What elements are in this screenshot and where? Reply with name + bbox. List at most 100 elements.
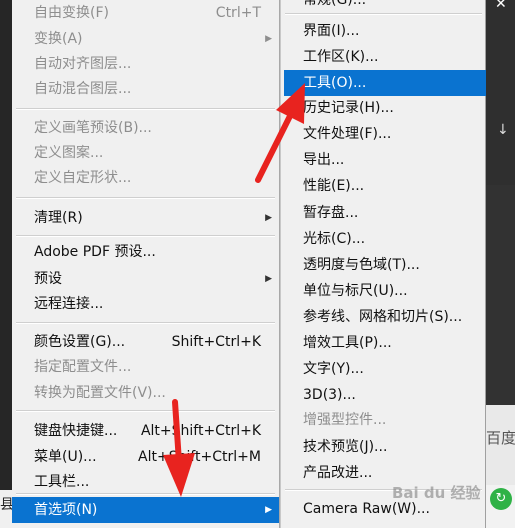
menu-item-label: 定义自定形状... xyxy=(34,170,132,186)
submenu-item-export[interactable]: 导出... xyxy=(281,148,485,172)
menu-item-preferences[interactable]: 首选项(N) ▶ xyxy=(12,497,279,523)
menu-item-label: 暂存盘... xyxy=(303,205,359,221)
submenu-item-interface[interactable]: 界面(I)... xyxy=(281,19,485,43)
menu-item-label: 增效工具(P)... xyxy=(303,335,392,351)
watermark: Bai du 经验 xyxy=(392,484,481,502)
menu-item-label: 定义图案... xyxy=(34,145,104,161)
submenu-item-transparency-gamut[interactable]: 透明度与色域(T)... xyxy=(281,253,485,277)
background-app-right: ✕ ↓ 百度 ↻ xyxy=(486,0,515,528)
menu-separator xyxy=(16,493,275,495)
menu-item-transform[interactable]: 变换(A) ▶ xyxy=(12,27,279,52)
menu-item-label: 技术预览(J)... xyxy=(303,439,388,455)
submenu-item-workspace[interactable]: 工作区(K)... xyxy=(281,45,485,69)
menu-item-label: 光标(C)... xyxy=(303,231,366,247)
submenu-item-cursors[interactable]: 光标(C)... xyxy=(281,227,485,251)
menu-item-label: 键盘快捷键... xyxy=(34,423,118,439)
menu-item-shortcut: Shift+Ctrl+K xyxy=(171,334,261,350)
menu-item-label: 3D(3)... xyxy=(303,387,356,403)
menu-item-label: 透明度与色域(T)... xyxy=(303,257,420,273)
menu-item-define-custom-shape[interactable]: 定义自定形状... xyxy=(12,166,279,191)
menu-item-label: 颜色设置(G)... xyxy=(34,334,126,350)
menu-item-label: 自由变换(F) xyxy=(34,5,109,21)
menu-item-label: 参考线、网格和切片(S)... xyxy=(303,309,463,325)
background-edge-text: 百度 xyxy=(486,429,515,447)
menu-item-keyboard-shortcuts[interactable]: 键盘快捷键... Alt+Shift+Ctrl+K xyxy=(12,419,279,444)
menu-separator xyxy=(16,197,275,199)
submenu-arrow-icon: ▶ xyxy=(265,505,272,515)
background-panel xyxy=(486,185,515,405)
submenu-arrow-icon: ▶ xyxy=(265,213,272,223)
submenu-item-performance[interactable]: 性能(E)... xyxy=(281,174,485,198)
edit-menu: 自由变换(F) Ctrl+T 变换(A) ▶ 自动对齐图层... 自动混合图层.… xyxy=(12,0,280,528)
menu-item-label: 导出... xyxy=(303,152,345,168)
menu-separator xyxy=(16,235,275,237)
menu-item-label: 历史记录(H)... xyxy=(303,100,394,116)
submenu-item-general[interactable]: 常规(G)... xyxy=(281,0,485,12)
preferences-submenu: 常规(G)... 界面(I)... 工作区(K)... 工具(O)... 历史记… xyxy=(280,0,486,528)
submenu-item-guides-grid-slices[interactable]: 参考线、网格和切片(S)... xyxy=(281,305,485,329)
submenu-item-type[interactable]: 文字(Y)... xyxy=(281,357,485,381)
submenu-item-scratch-disks[interactable]: 暂存盘... xyxy=(281,201,485,225)
menu-item-adobe-pdf-presets[interactable]: Adobe PDF 预设... xyxy=(12,240,279,265)
submenu-item-file-handling[interactable]: 文件处理(F)... xyxy=(281,122,485,146)
background-panel xyxy=(486,0,515,185)
submenu-item-technology-previews[interactable]: 技术预览(J)... xyxy=(281,435,485,459)
menu-item-presets[interactable]: 预设 ▶ xyxy=(12,267,279,292)
menu-item-label: Adobe PDF 预设... xyxy=(34,244,156,260)
menu-item-purge[interactable]: 清理(R) ▶ xyxy=(12,206,279,231)
menu-item-label: 工具栏... xyxy=(34,474,90,490)
menu-item-label: 工作区(K)... xyxy=(303,49,379,65)
menu-item-label: 远程连接... xyxy=(34,296,104,312)
menu-item-convert-to-profile[interactable]: 转换为配置文件(V)... xyxy=(12,381,279,406)
menu-item-label: 预设 xyxy=(34,271,62,287)
submenu-item-plugins[interactable]: 增效工具(P)... xyxy=(281,331,485,355)
menu-item-label: 转换为配置文件(V)... xyxy=(34,385,166,401)
menu-item-auto-blend-layers[interactable]: 自动混合图层... xyxy=(12,77,279,102)
menu-item-shortcut: Alt+Shift+Ctrl+K xyxy=(140,423,261,439)
menu-separator xyxy=(285,13,482,15)
menu-item-define-brush-preset[interactable]: 定义画笔预设(B)... xyxy=(12,116,279,141)
submenu-item-tools[interactable]: 工具(O)... xyxy=(284,70,486,96)
refresh-icon[interactable]: ↻ xyxy=(490,488,512,510)
menu-item-auto-align-layers[interactable]: 自动对齐图层... xyxy=(12,52,279,77)
close-icon[interactable]: ✕ xyxy=(495,0,507,12)
submenu-item-units-rulers[interactable]: 单位与标尺(U)... xyxy=(281,279,485,303)
menu-item-remote-connections[interactable]: 远程连接... xyxy=(12,292,279,317)
menu-item-label: 界面(I)... xyxy=(303,23,360,39)
submenu-item-enhanced-controls[interactable]: 增强型控件... xyxy=(281,408,485,432)
menu-item-label: 定义画笔预设(B)... xyxy=(34,120,152,136)
menu-item-shortcut: Ctrl+T xyxy=(215,5,261,21)
menu-item-label: 清理(R) xyxy=(34,210,83,226)
menu-item-label: 自动对齐图层... xyxy=(34,56,132,72)
arrow-down-icon[interactable]: ↓ xyxy=(497,122,509,138)
menu-item-label: 增强型控件... xyxy=(303,412,387,428)
menu-item-assign-profile[interactable]: 指定配置文件... xyxy=(12,355,279,380)
menu-separator xyxy=(16,108,275,110)
submenu-arrow-icon: ▶ xyxy=(265,274,272,284)
menu-item-menus[interactable]: 菜单(U)... Alt+Shift+Ctrl+M xyxy=(12,445,279,470)
menu-separator xyxy=(16,410,275,412)
menu-item-color-settings[interactable]: 颜色设置(G)... Shift+Ctrl+K xyxy=(12,330,279,355)
submenu-item-history-log[interactable]: 历史记录(H)... xyxy=(281,96,485,120)
submenu-item-3d[interactable]: 3D(3)... xyxy=(281,383,485,407)
menu-item-toolbar[interactable]: 工具栏... xyxy=(12,470,279,495)
menu-item-label: 文件处理(F)... xyxy=(303,126,392,142)
menu-item-label: 首选项(N) xyxy=(34,502,98,518)
photoshop-edit-menu-screen: ✕ ↓ 百度 ↻ 县 自由变换(F) Ctrl+T 变换(A) ▶ 自动对齐图层… xyxy=(0,0,515,528)
menu-item-label: 工具(O)... xyxy=(303,75,367,91)
menu-item-shortcut: Alt+Shift+Ctrl+M xyxy=(138,449,261,465)
menu-item-label: 文字(Y)... xyxy=(303,361,364,377)
submenu-arrow-icon: ▶ xyxy=(265,34,272,44)
menu-item-label: 自动混合图层... xyxy=(34,81,132,97)
menu-item-label: 菜单(U)... xyxy=(34,449,97,465)
menu-item-free-transform[interactable]: 自由变换(F) Ctrl+T xyxy=(12,1,279,26)
menu-item-label: 性能(E)... xyxy=(303,178,365,194)
menu-item-label: 产品改进... xyxy=(303,465,373,481)
menu-item-label: 单位与标尺(U)... xyxy=(303,283,408,299)
menu-item-define-pattern[interactable]: 定义图案... xyxy=(12,141,279,166)
menu-separator xyxy=(16,322,275,324)
menu-item-label: 指定配置文件... xyxy=(34,359,132,375)
menu-item-label: 常规(G)... xyxy=(303,0,367,8)
background-app-left: 县 xyxy=(0,490,14,528)
menu-item-label: 变换(A) xyxy=(34,31,83,47)
